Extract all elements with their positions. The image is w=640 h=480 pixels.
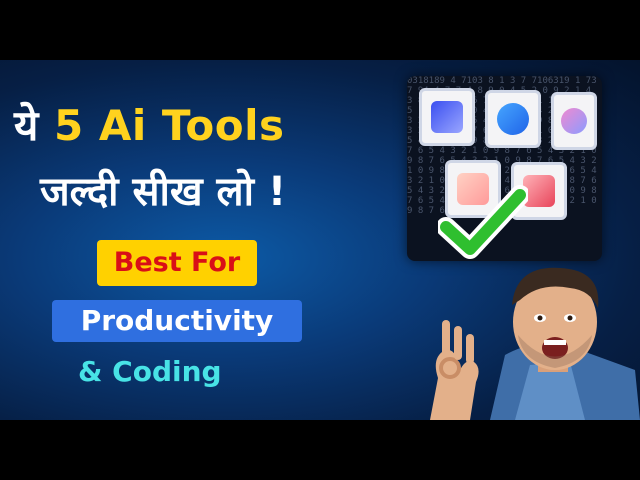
letterbox-top bbox=[0, 0, 640, 60]
headline-line-2: जल्दी सीख लो ! bbox=[40, 169, 287, 215]
productivity-badge: Productivity bbox=[52, 300, 302, 342]
tool-tile-1 bbox=[419, 88, 475, 146]
check-icon bbox=[438, 185, 528, 259]
headline-prefix: ये bbox=[14, 101, 54, 150]
thumbnail-canvas: ये 5 Ai Tools जल्दी सीख लो ! Best For Pr… bbox=[0, 60, 640, 420]
letterbox-bottom bbox=[0, 420, 640, 480]
tool-icon-2 bbox=[497, 103, 529, 135]
headline-line-1: ये 5 Ai Tools bbox=[14, 96, 384, 153]
tool-tile-2 bbox=[485, 90, 541, 148]
tool-icon-3 bbox=[561, 108, 587, 134]
tool-tile-3 bbox=[551, 92, 597, 150]
excited-man-illustration bbox=[430, 267, 640, 420]
coding-tagline: & Coding bbox=[78, 355, 222, 388]
headline-accent: 5 Ai Tools bbox=[53, 101, 285, 150]
tool-icon-1 bbox=[431, 101, 463, 133]
best-for-badge: Best For bbox=[97, 240, 257, 286]
